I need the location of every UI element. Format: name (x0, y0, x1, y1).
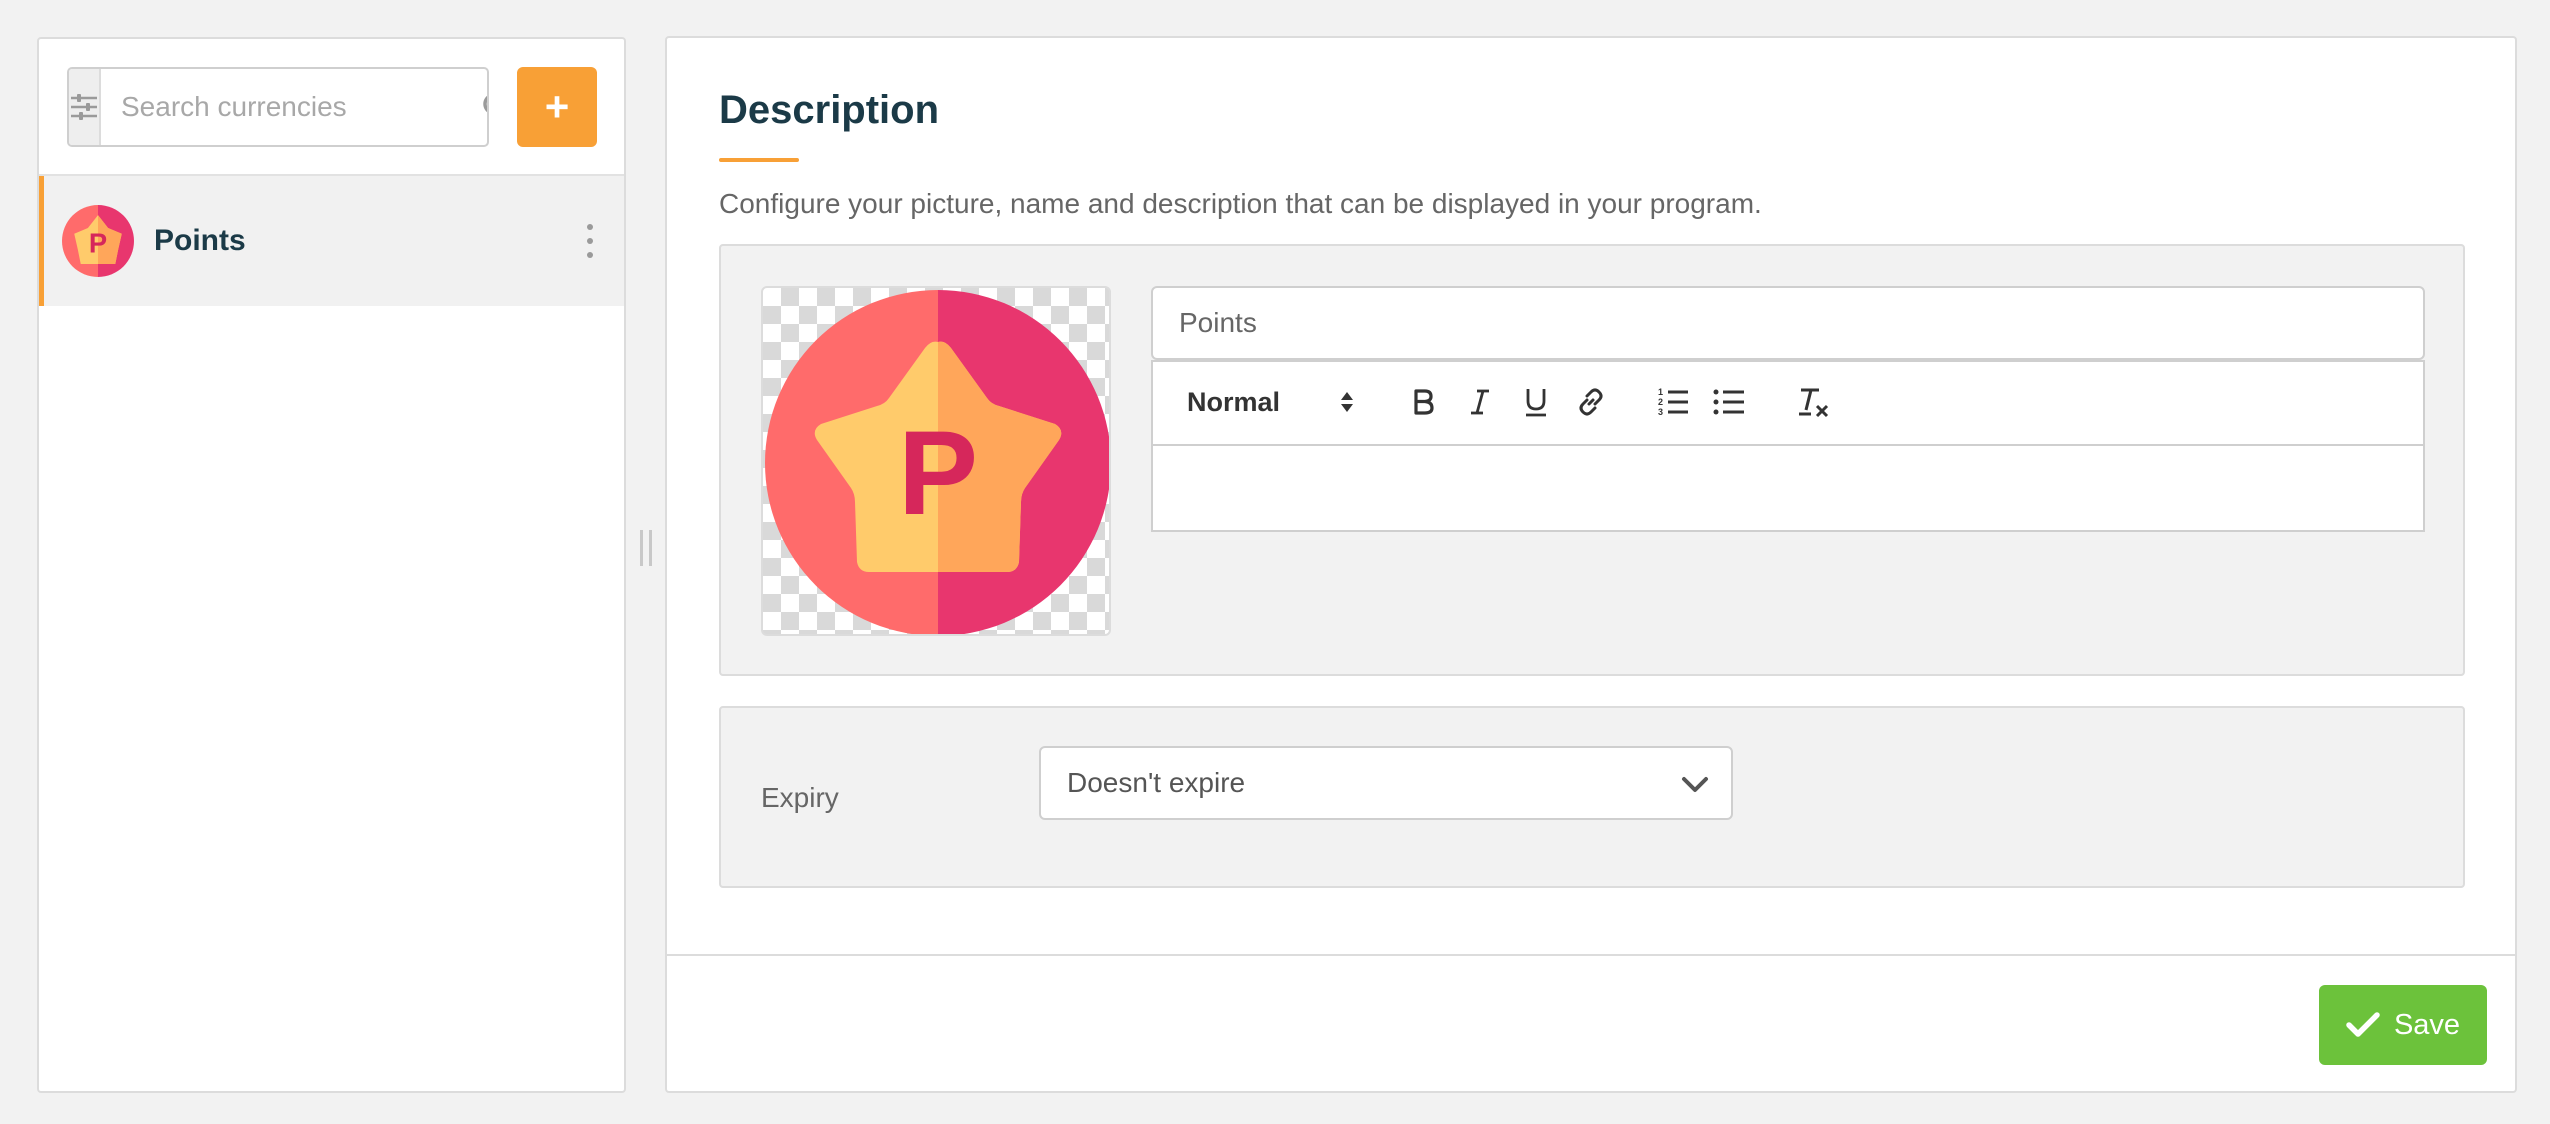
coin-letter: P (898, 406, 978, 540)
chevron-down-icon (1682, 777, 1708, 792)
points-coin-icon: P (62, 205, 134, 277)
expiry-select[interactable]: Doesn't expire (1039, 746, 1733, 820)
sort-arrows-icon (1341, 392, 1353, 412)
bold-icon (1414, 389, 1434, 415)
sliders-icon (71, 94, 97, 120)
search-group (67, 67, 489, 147)
save-button-label: Save (2393, 1008, 2461, 1041)
more-options-icon[interactable] (586, 224, 594, 258)
footer-divider (667, 954, 2515, 956)
title-underline (719, 158, 799, 162)
currency-name-input[interactable] (1151, 286, 2425, 360)
currency-item-points[interactable]: P Points (39, 176, 624, 306)
search-icon-button[interactable] (482, 69, 487, 145)
italic-button[interactable] (1463, 382, 1497, 422)
search-input[interactable] (101, 69, 482, 145)
points-coin-icon: P (765, 290, 1109, 634)
format-select-arrows[interactable] (1337, 382, 1357, 422)
svg-text:3: 3 (1658, 407, 1663, 417)
expiry-box: Expiry Doesn't expire (719, 706, 2465, 888)
ordered-list-icon: 123 (1658, 387, 1688, 417)
save-button[interactable]: Save (2319, 985, 2487, 1065)
section-description: Configure your picture, name and descrip… (719, 188, 1762, 219)
format-select[interactable]: Normal (1187, 382, 1280, 422)
link-button[interactable] (1573, 382, 1609, 422)
link-icon (1579, 388, 1603, 416)
search-icon (483, 95, 487, 113)
bold-button[interactable] (1407, 382, 1441, 422)
bullet-list-button[interactable] (1711, 382, 1747, 422)
section-title: Description (719, 88, 940, 132)
add-currency-button[interactable]: + (517, 67, 597, 147)
underline-icon (1526, 389, 1546, 417)
clear-format-button[interactable] (1795, 382, 1831, 422)
panel-resize-handle[interactable] (640, 530, 652, 566)
svg-text:1: 1 (1658, 387, 1663, 397)
currency-list-header: + (39, 39, 624, 176)
clear-format-icon (1799, 388, 1829, 418)
currency-item-label: Points (154, 224, 246, 257)
svg-text:2: 2 (1658, 397, 1663, 407)
coin-letter: P (89, 228, 107, 259)
currency-detail-panel: Description Configure your picture, name… (665, 36, 2517, 1093)
ordered-list-button[interactable]: 123 (1655, 382, 1691, 422)
expiry-label: Expiry (761, 782, 839, 813)
description-box: P Normal (719, 244, 2465, 676)
check-icon (2346, 1012, 2380, 1037)
rich-text-editor: Normal 1 2 3 (1151, 360, 2425, 532)
bullet-list-icon (1713, 389, 1744, 415)
expiry-select-value: Doesn't expire (1067, 767, 1246, 798)
filter-button[interactable] (69, 69, 101, 145)
italic-icon (1471, 389, 1489, 415)
currency-image-upload[interactable]: P (761, 286, 1111, 636)
editor-toolbar: Normal 1 2 3 (1153, 362, 2423, 446)
currency-list-panel: + P Points (37, 37, 626, 1093)
editor-content[interactable] (1153, 446, 2423, 530)
underline-button[interactable] (1519, 382, 1553, 422)
